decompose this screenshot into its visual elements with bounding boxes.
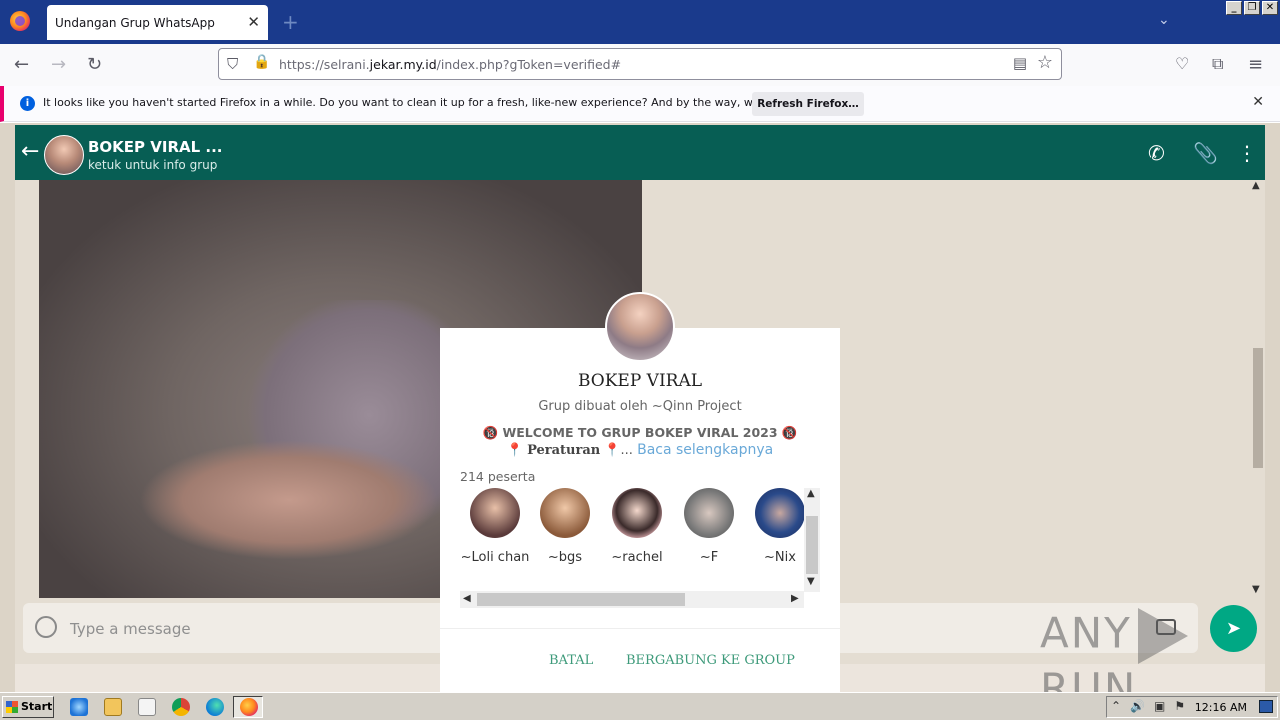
phone-icon[interactable]: ✆ bbox=[1148, 141, 1165, 165]
close-icon[interactable]: ✕ bbox=[1252, 94, 1264, 110]
member-name: ~F bbox=[699, 550, 719, 565]
scroll-left-icon[interactable]: ◀ bbox=[463, 593, 471, 604]
system-tray: ⌃🔊▣⚑ 12:16 AM bbox=[1106, 696, 1278, 718]
back-arrow-icon[interactable]: ← bbox=[21, 139, 39, 164]
scroll-up-icon[interactable]: ▲ bbox=[1252, 180, 1260, 191]
scroll-right-icon[interactable]: ▶ bbox=[791, 593, 799, 604]
group-title[interactable]: BOKEP VIRAL ... bbox=[88, 138, 223, 156]
chat-header[interactable]: ← BOKEP VIRAL ... ketuk untuk info grup … bbox=[15, 125, 1265, 180]
member-item[interactable]: ~Loli chan bbox=[460, 486, 530, 566]
lock-icon[interactable]: 🔒 bbox=[253, 54, 270, 70]
firefox-icon bbox=[240, 698, 258, 716]
member-item[interactable]: ~F bbox=[674, 486, 744, 566]
info-icon: i bbox=[20, 96, 35, 111]
restore-icon[interactable]: ❐ bbox=[1244, 1, 1260, 15]
notification-bar: i It looks like you haven't started Fire… bbox=[0, 86, 1280, 122]
clock[interactable]: 12:16 AM bbox=[1195, 701, 1247, 714]
reload-icon[interactable]: ↻ bbox=[87, 54, 102, 75]
scrollbar-thumb[interactable] bbox=[477, 593, 685, 606]
star-icon[interactable]: ☆ bbox=[1037, 52, 1053, 73]
avatar bbox=[684, 488, 734, 538]
group-invite-modal: BOKEP VIRAL Grup dibuat oleh ~Qinn Proje… bbox=[440, 328, 840, 692]
group-creator: Grup dibuat oleh ~Qinn Project bbox=[538, 399, 742, 414]
play-icon bbox=[1137, 608, 1188, 664]
group-subtitle[interactable]: ketuk untuk info grup bbox=[88, 158, 217, 172]
firefox-icon[interactable] bbox=[10, 11, 30, 31]
more-vert-icon[interactable]: ⋮ bbox=[1237, 141, 1257, 165]
firefox-taskbar-button[interactable] bbox=[233, 696, 263, 718]
modal-group-title: BOKEP VIRAL bbox=[577, 371, 703, 391]
paperclip-icon[interactable]: 📎 bbox=[1193, 141, 1218, 165]
scroll-down-icon[interactable]: ▼ bbox=[1252, 584, 1260, 595]
member-item[interactable]: ~rachel bbox=[602, 486, 672, 566]
read-more-link[interactable]: Baca selengkapnya bbox=[637, 442, 773, 458]
avatar bbox=[470, 488, 520, 538]
group-description-rules: 📍 Peraturan 📍... Baca selengkapnya bbox=[506, 442, 774, 458]
chevron-down-icon[interactable]: ⌄ bbox=[1158, 12, 1170, 28]
media-player-icon[interactable] bbox=[138, 698, 156, 716]
avatar bbox=[755, 488, 805, 538]
menu-icon[interactable]: ≡ bbox=[1248, 54, 1263, 75]
start-button[interactable]: Start bbox=[2, 696, 54, 718]
window-controls: _ ❐ ✕ bbox=[1226, 1, 1278, 15]
group-description: 🔞 WELCOME TO GRUP BOKEP VIRAL 2023 🔞 bbox=[482, 425, 798, 440]
plus-icon[interactable]: + bbox=[282, 10, 299, 34]
show-desktop-icon[interactable] bbox=[1259, 700, 1273, 713]
tray-icons[interactable]: ⌃🔊▣⚑ bbox=[1111, 699, 1194, 713]
participant-count: 214 peserta bbox=[460, 469, 536, 484]
edge-icon[interactable] bbox=[206, 698, 224, 716]
cancel-button[interactable]: BATAL bbox=[549, 653, 593, 668]
forward-icon[interactable]: → bbox=[51, 54, 66, 75]
folder-icon[interactable] bbox=[104, 698, 122, 716]
extensions-icon[interactable]: ⧉ bbox=[1212, 54, 1223, 74]
taskbar: Start ⌃🔊▣⚑ 12:16 AM bbox=[0, 692, 1280, 720]
reader-view-icon[interactable]: ▤ bbox=[1013, 54, 1027, 72]
scroll-up-icon[interactable]: ▲ bbox=[807, 488, 815, 499]
scrollbar-thumb[interactable] bbox=[1253, 348, 1263, 468]
tab-bar: Undangan Grup WhatsApp ✕ + ⌄ _ ❐ ✕ bbox=[0, 0, 1280, 44]
pocket-icon[interactable]: ♡ bbox=[1175, 54, 1189, 73]
modal-group-avatar bbox=[605, 292, 675, 362]
join-group-button[interactable]: BERGABUNG KE GROUP bbox=[626, 653, 795, 668]
notification-text: It looks like you haven't started Firefo… bbox=[43, 96, 827, 109]
scroll-down-icon[interactable]: ▼ bbox=[807, 576, 815, 587]
avatar bbox=[612, 488, 662, 538]
close-window-icon[interactable]: ✕ bbox=[1262, 1, 1278, 15]
url-bar[interactable]: ⛉ 🔒 https://selrani.jekar.my.id/index.ph… bbox=[218, 48, 1062, 80]
pin-icon: 📍 bbox=[604, 443, 621, 458]
member-name: ~Loli chan bbox=[460, 550, 530, 565]
tab-title: Undangan Grup WhatsApp bbox=[55, 16, 215, 30]
ie-icon[interactable] bbox=[70, 698, 88, 716]
member-list[interactable]: ~Loli chan ~bgs ~rachel ~F ~Nix bbox=[460, 486, 820, 592]
member-item[interactable]: ~bgs bbox=[530, 486, 600, 566]
avatar bbox=[540, 488, 590, 538]
pin-icon: 📍 bbox=[506, 443, 523, 458]
member-list-vertical-scrollbar[interactable]: ▲ ▼ bbox=[804, 488, 820, 592]
message-input[interactable]: Type a message bbox=[70, 620, 191, 638]
back-icon[interactable]: ← bbox=[14, 54, 29, 75]
scrollbar-thumb[interactable] bbox=[806, 516, 818, 574]
member-name: ~bgs bbox=[547, 550, 583, 565]
member-list-horizontal-scrollbar[interactable]: ◀ ▶ bbox=[460, 591, 804, 608]
minimize-icon[interactable]: _ bbox=[1226, 1, 1242, 15]
divider bbox=[440, 628, 840, 629]
url-text[interactable]: https://selrani.jekar.my.id/index.php?gT… bbox=[279, 57, 621, 72]
emoji-icon[interactable] bbox=[35, 616, 57, 638]
shield-icon[interactable]: ⛉ bbox=[227, 55, 238, 73]
page-scrollbar[interactable]: ▲ ▼ bbox=[1251, 180, 1265, 600]
refresh-firefox-button[interactable]: Refresh Firefox… bbox=[752, 92, 864, 116]
group-avatar[interactable] bbox=[44, 135, 84, 175]
tab-whatsapp[interactable]: Undangan Grup WhatsApp ✕ bbox=[47, 5, 268, 40]
member-name: ~rachel bbox=[611, 550, 663, 565]
chrome-icon[interactable] bbox=[172, 698, 190, 716]
close-icon[interactable]: ✕ bbox=[247, 13, 260, 31]
